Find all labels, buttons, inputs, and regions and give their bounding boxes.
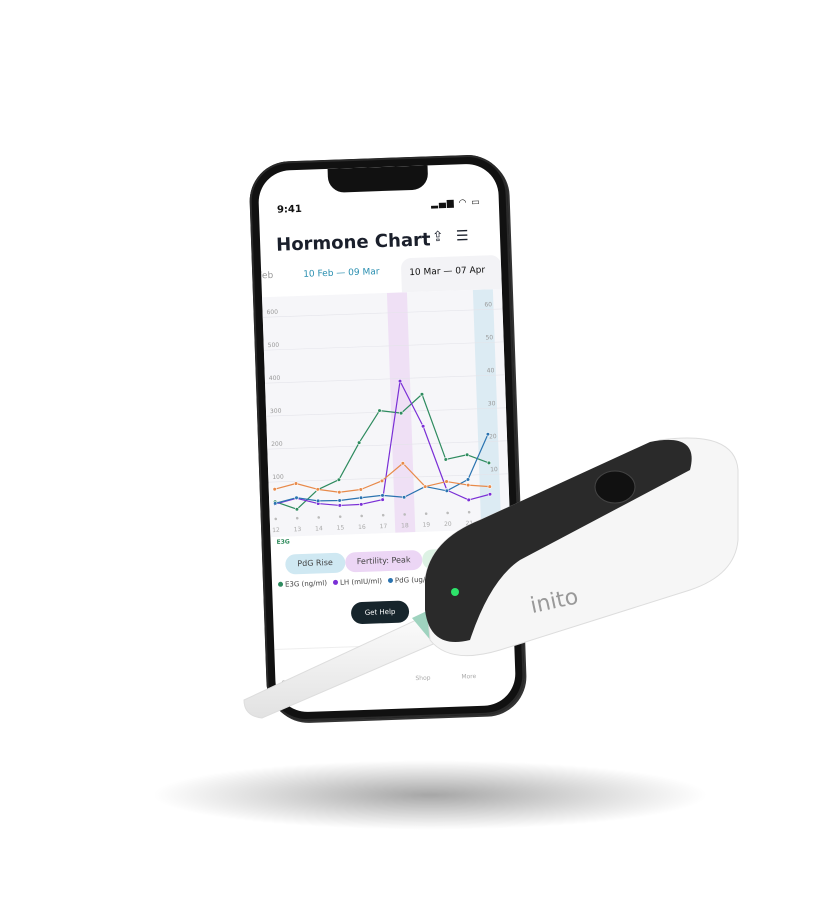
status-led xyxy=(451,588,459,596)
inito-device: inito xyxy=(243,437,739,719)
device-lens xyxy=(594,470,636,504)
